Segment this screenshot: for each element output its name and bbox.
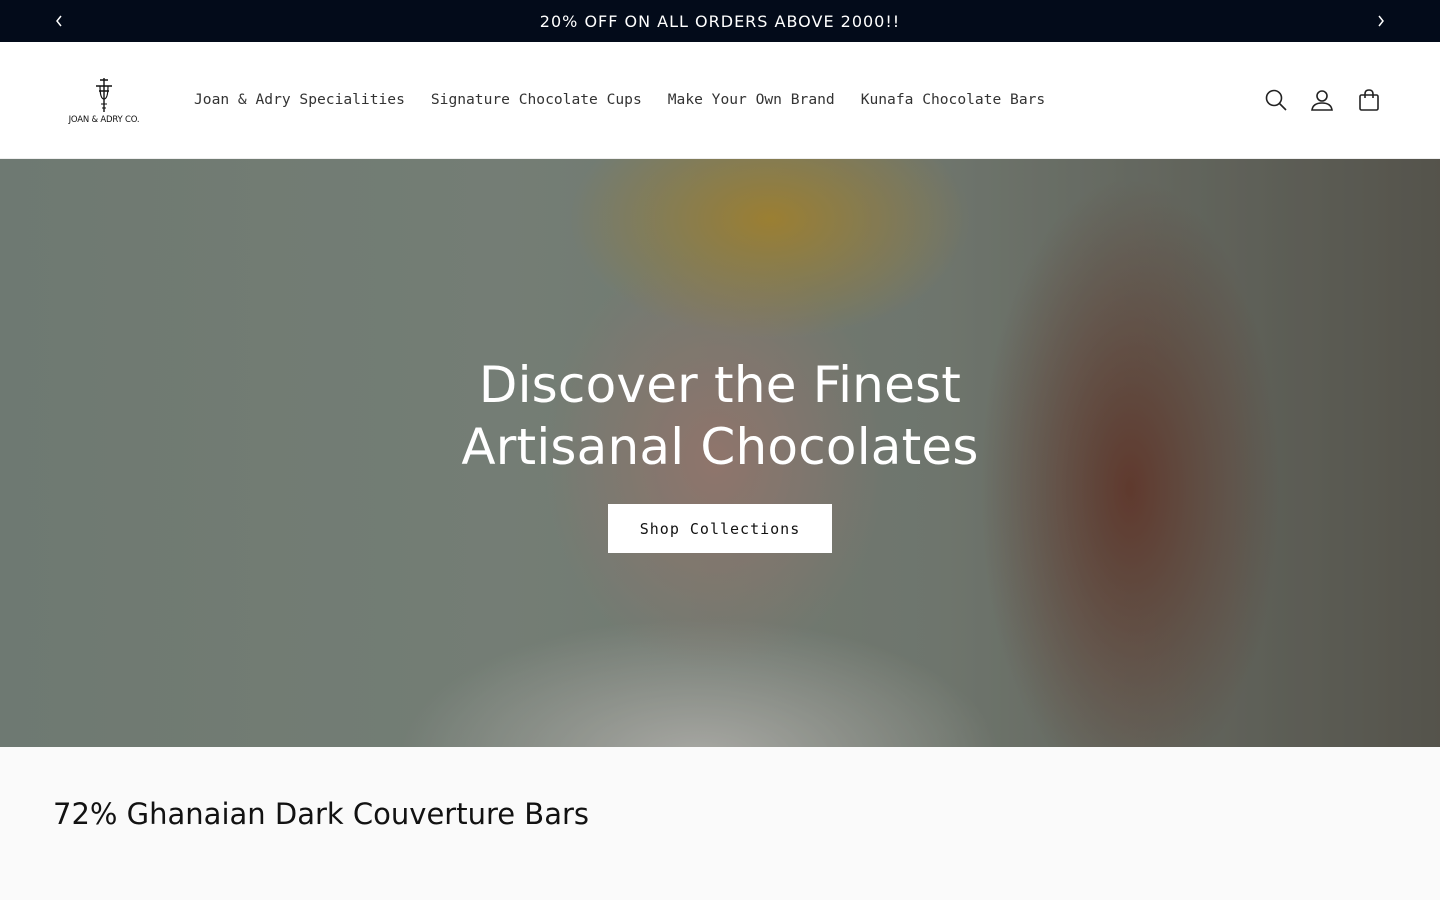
nav-item-chocolate-cups[interactable]: Signature Chocolate Cups — [418, 89, 655, 111]
announcement-prev-button[interactable] — [38, 0, 80, 42]
account-button[interactable] — [1300, 78, 1344, 122]
logo-text: JOAN & ADRY CO. — [68, 115, 140, 125]
cross-emblem-icon — [96, 78, 112, 112]
hero-content: Discover the Finest Artisanal Chocolates… — [0, 354, 1440, 553]
shop-collections-button[interactable]: Shop Collections — [608, 504, 832, 553]
announcement-text: 20% OFF ON ALL ORDERS ABOVE 2000!! — [539, 11, 901, 31]
main-navigation: Joan & Adry Specialities Signature Choco… — [181, 89, 1058, 111]
chevron-right-icon — [1378, 15, 1384, 27]
announcement-bar: 20% OFF ON ALL ORDERS ABOVE 2000!! — [0, 0, 1440, 42]
cart-icon — [1359, 89, 1379, 111]
site-header: JOAN & ADRY CO. Joan & Adry Specialities… — [0, 42, 1440, 159]
announcement-next-button[interactable] — [1360, 0, 1402, 42]
search-button[interactable] — [1254, 78, 1298, 122]
nav-item-make-your-own-brand[interactable]: Make Your Own Brand — [655, 89, 848, 111]
section-title: 72% Ghanaian Dark Couverture Bars — [53, 797, 590, 831]
nav-item-specialities[interactable]: Joan & Adry Specialities — [181, 89, 418, 111]
nav-item-kunafa-bars[interactable]: Kunafa Chocolate Bars — [848, 89, 1059, 111]
hero-banner: Discover the Finest Artisanal Chocolates… — [0, 159, 1440, 747]
search-icon — [1265, 89, 1287, 111]
brand-logo[interactable]: JOAN & ADRY CO. — [54, 70, 154, 132]
account-icon — [1311, 90, 1333, 111]
chevron-left-icon — [56, 15, 62, 27]
cart-button[interactable] — [1347, 78, 1391, 122]
hero-title: Discover the Finest Artisanal Chocolates — [461, 356, 979, 476]
